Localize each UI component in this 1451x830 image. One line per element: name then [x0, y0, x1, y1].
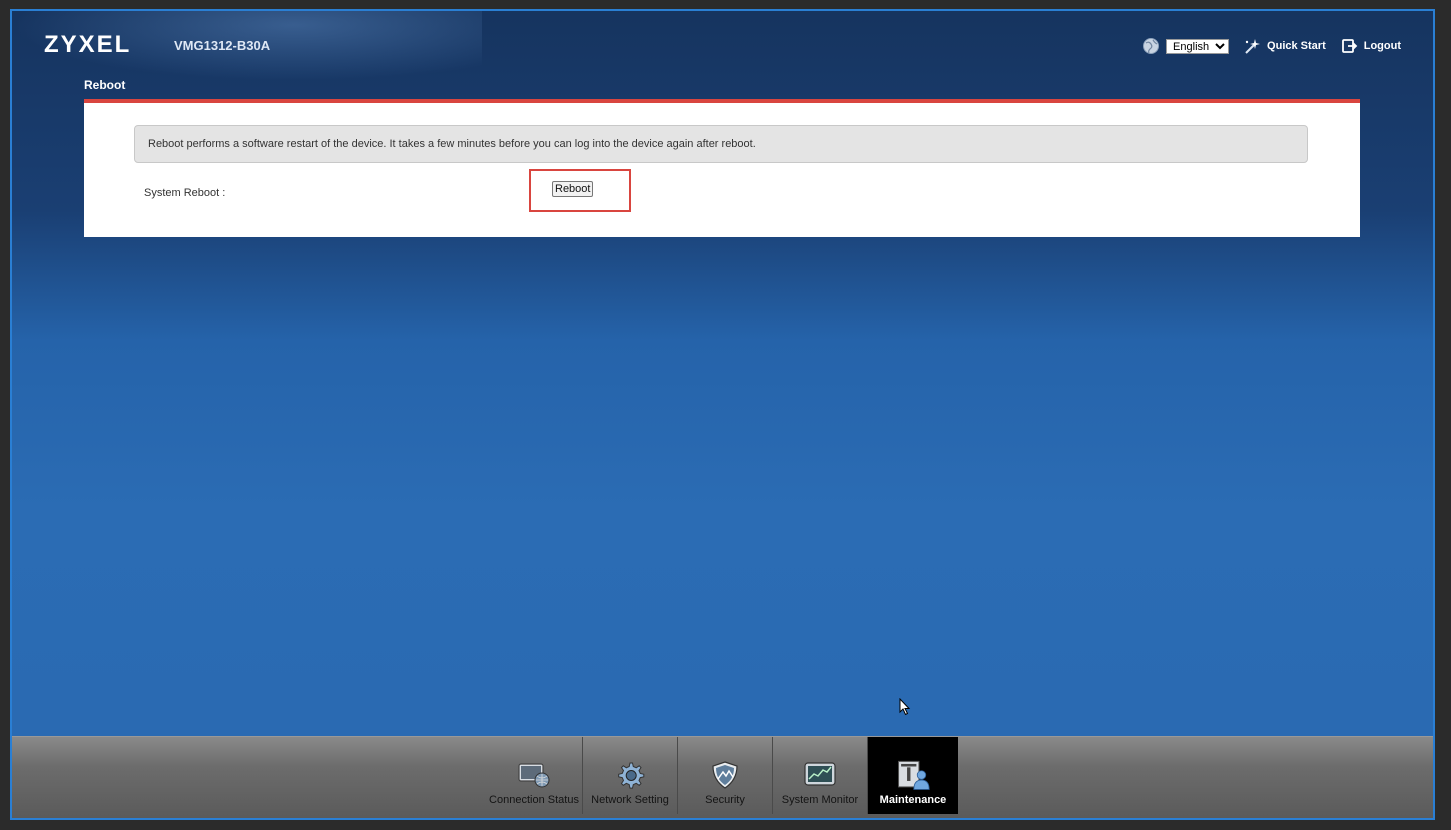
mouse-cursor-icon	[899, 697, 911, 720]
gear-icon	[613, 760, 647, 790]
bottom-nav-bar: Connection Status Network Setting Securi…	[12, 736, 1433, 818]
nav-network-setting[interactable]: Network Setting	[582, 737, 677, 814]
nav-security-label: Security	[705, 794, 745, 806]
page-title: Reboot	[84, 78, 126, 92]
quick-start-link[interactable]: Quick Start	[1243, 37, 1326, 55]
info-box: Reboot performs a software restart of th…	[134, 125, 1308, 163]
nav-connection-status-label: Connection Status	[489, 794, 579, 806]
nav-connection-status[interactable]: Connection Status	[486, 737, 582, 814]
main-nav: Connection Status Network Setting Securi…	[486, 737, 958, 814]
nav-system-monitor[interactable]: System Monitor	[772, 737, 867, 814]
nav-maintenance[interactable]: Maintenance	[867, 737, 958, 814]
app-window: ZYXEL VMG1312-B30A English Quick Start L…	[10, 9, 1435, 820]
reboot-panel: Reboot performs a software restart of th…	[84, 99, 1360, 237]
language-select[interactable]: English	[1166, 38, 1230, 54]
top-right-toolbar: English Quick Start Logout	[1142, 37, 1401, 55]
language-picker: English	[1142, 37, 1230, 55]
logout-link[interactable]: Logout	[1340, 37, 1401, 55]
logout-label: Logout	[1363, 40, 1401, 52]
monitor-chart-icon	[803, 760, 837, 790]
zyxel-logo: ZYXEL	[44, 31, 132, 58]
nav-network-setting-label: Network Setting	[591, 794, 669, 806]
nav-maintenance-label: Maintenance	[879, 794, 947, 806]
model-name: VMG1312-B30A	[174, 38, 271, 53]
logout-icon	[1340, 37, 1358, 55]
nav-security[interactable]: Security	[677, 737, 772, 814]
info-text: Reboot performs a software restart of th…	[148, 138, 756, 150]
wizard-icon	[1243, 37, 1261, 55]
globe-icon	[1142, 37, 1160, 55]
reboot-button[interactable]: Reboot	[552, 181, 594, 197]
quick-start-label: Quick Start	[1267, 40, 1326, 52]
nav-system-monitor-label: System Monitor	[781, 794, 859, 806]
maintenance-icon	[896, 760, 930, 790]
shield-icon	[708, 760, 742, 790]
system-reboot-label: System Reboot :	[144, 187, 226, 199]
connection-status-icon	[517, 760, 551, 790]
